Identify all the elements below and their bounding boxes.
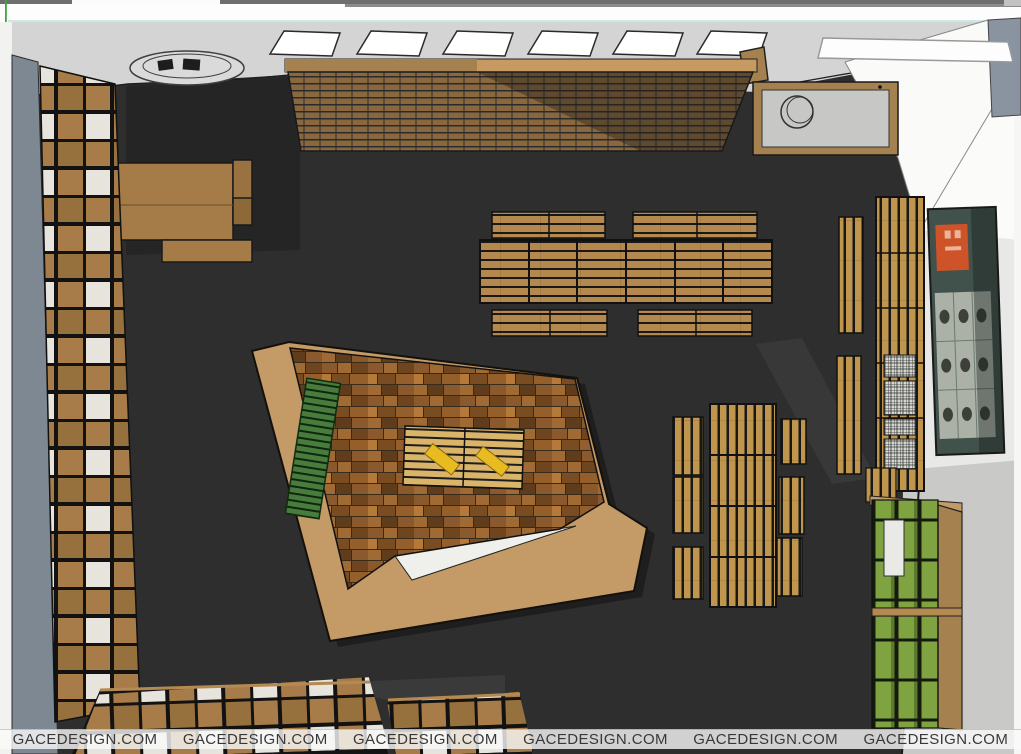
- watermark-bar: GACEDESIGN.COM GACEDESIGN.COM GACEDESIGN…: [0, 729, 1021, 749]
- watermark-text: GACEDESIGN.COM: [353, 731, 498, 748]
- slat-bench: [837, 356, 861, 474]
- watermark-text: GACEDESIGN.COM: [183, 731, 328, 748]
- oval-rug: [130, 51, 244, 85]
- slat-bench: [779, 477, 804, 534]
- slat-bench: [673, 417, 703, 475]
- chair: [183, 58, 201, 70]
- skylight: [818, 38, 1013, 62]
- service-counter: [753, 82, 898, 155]
- interior-render-screenshot: GACEDESIGN.COM GACEDESIGN.COM GACEDESIGN…: [0, 0, 1021, 754]
- watermark-text: GACEDESIGN.COM: [863, 731, 1008, 748]
- chair: [157, 59, 173, 71]
- slat-bench: [673, 477, 703, 533]
- mesh-basket: [884, 439, 916, 469]
- entry-wall-blue-gray: [988, 18, 1021, 117]
- mesh-basket: [884, 355, 916, 377]
- slat-bench: [638, 310, 752, 336]
- right-table-group: [673, 404, 806, 607]
- green-locker-cabinet: [866, 468, 962, 730]
- interior-render: [0, 0, 1021, 754]
- menu-poster: [928, 207, 1005, 455]
- slat-bench: [839, 217, 863, 333]
- platform-low-table: [403, 426, 524, 489]
- mesh-basket: [884, 419, 916, 435]
- slat-bench: [633, 212, 757, 238]
- watermark-text: GACEDESIGN.COM: [523, 731, 668, 748]
- mesh-basket: [884, 381, 916, 415]
- slat-bench: [781, 419, 806, 464]
- ceiling-teal-line: [8, 20, 1021, 22]
- slat-bench: [777, 538, 802, 596]
- slat-bench: [673, 547, 703, 599]
- watermark-text: GACEDESIGN.COM: [693, 731, 838, 748]
- slat-wall-panel: [285, 59, 757, 151]
- watermark-text: GACEDESIGN.COM: [13, 731, 158, 748]
- left-wall-white-strip: [0, 22, 12, 754]
- white-door-panel: [884, 520, 904, 576]
